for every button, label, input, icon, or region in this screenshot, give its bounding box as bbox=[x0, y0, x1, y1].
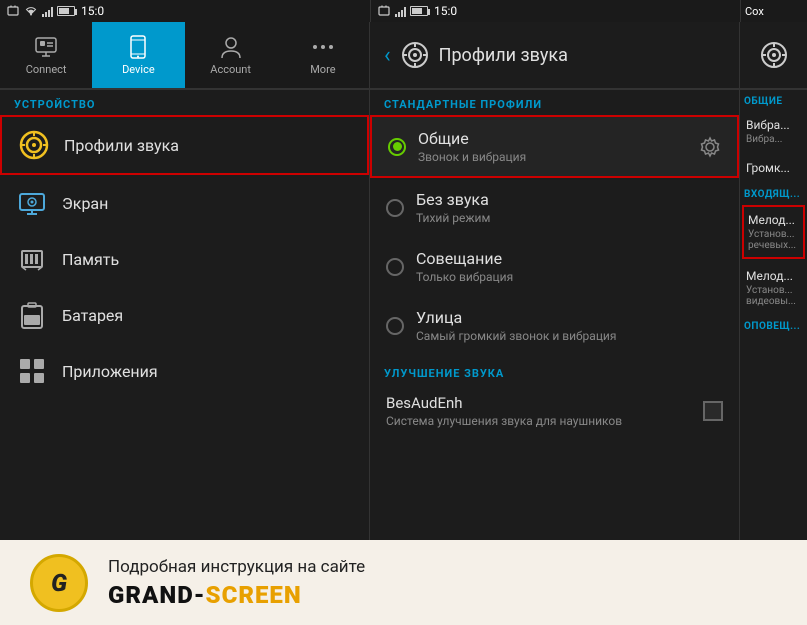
profile-general-text: Общие Звонок и вибрация bbox=[418, 129, 687, 164]
tab-more-label: More bbox=[310, 63, 335, 76]
profile-street-sub: Самый громкий звонок и вибрация bbox=[416, 329, 723, 343]
tab-account[interactable]: Account bbox=[185, 22, 277, 88]
general-settings-panel: ОБЩИЕ Вибра... Вибра... Громк... ВХОДЯЩ.… bbox=[740, 22, 807, 540]
enhance-section-header: УЛУЧШЕНИЕ ЗВУКА bbox=[370, 359, 739, 384]
panel3-volume-name: Громк... bbox=[746, 161, 801, 175]
panel3-volume-item[interactable]: Громк... bbox=[740, 153, 807, 183]
connect-icon bbox=[33, 34, 59, 60]
menu-item-apps[interactable]: Приложения bbox=[0, 343, 369, 399]
battery-icon-mid bbox=[410, 6, 428, 16]
device-section-header: УСТРОЙСТВО bbox=[0, 90, 369, 115]
panel2-title: Профили звука bbox=[439, 45, 568, 66]
tab-device[interactable]: Device bbox=[92, 22, 184, 88]
notification-icon bbox=[6, 4, 20, 18]
account-icon bbox=[218, 34, 244, 60]
radio-unselected bbox=[386, 199, 404, 217]
panel3-melody2-sub: Установ... видеовы... bbox=[746, 285, 801, 307]
panel3-melody2-item[interactable]: Мелод... Установ... видеовы... bbox=[742, 263, 805, 313]
device-icon bbox=[125, 34, 151, 60]
profile-street-name: Улица bbox=[416, 308, 723, 327]
menu-item-screen[interactable]: Экран bbox=[0, 175, 369, 231]
time-mid: 15:0 bbox=[434, 4, 457, 18]
menu-item-battery-label: Батарея bbox=[62, 306, 123, 325]
apps-icon bbox=[16, 355, 48, 387]
sound-profile-icon bbox=[18, 129, 50, 161]
banner-text: Подробная инструкция на сайте GRAND- SCR… bbox=[108, 557, 365, 609]
enhance-text: BesAudEnh Система улучшения звука для на… bbox=[386, 394, 691, 428]
panel3-melody1-name: Мелод... bbox=[748, 213, 799, 227]
signal-icon-mid bbox=[395, 5, 406, 17]
profile-meeting-name: Совещание bbox=[416, 249, 723, 268]
panel3-vibra-name: Вибра... bbox=[746, 118, 801, 132]
profile-silent-text: Без звука Тихий режим bbox=[416, 190, 723, 225]
panel3-melody1-sub: Установ... речевых... bbox=[748, 229, 799, 251]
banner-line1: Подробная инструкция на сайте bbox=[108, 557, 365, 577]
tab-connect[interactable]: Connect bbox=[0, 22, 92, 88]
profile-item-meeting[interactable]: Совещание Только вибрация bbox=[370, 237, 739, 296]
sound-profile-header-icon bbox=[401, 41, 429, 69]
tab-connect-label: Connect bbox=[26, 63, 67, 76]
banner-line2-container: GRAND- SCREEN bbox=[108, 581, 365, 609]
tab-more[interactable]: More bbox=[277, 22, 369, 88]
panel3-general-header: ОБЩИЕ bbox=[740, 90, 807, 110]
menu-item-memory-label: Память bbox=[62, 250, 119, 269]
profile-meeting-sub: Только вибрация bbox=[416, 270, 723, 284]
signal-icon bbox=[42, 5, 53, 17]
panel3-incoming-header: ВХОДЯЩ... bbox=[740, 183, 807, 203]
banner-line2a: GRAND- bbox=[108, 581, 206, 609]
battery-menu-icon bbox=[16, 299, 48, 331]
standard-profiles-section-header: СТАНДАРТНЫЕ ПРОФИЛИ bbox=[370, 90, 739, 115]
panel2-header: ‹ Профили звука bbox=[370, 22, 739, 90]
device-panel: Connect Device Account bbox=[0, 22, 370, 540]
menu-item-screen-label: Экран bbox=[62, 194, 108, 213]
panel3-melody1-item[interactable]: Мелод... Установ... речевых... bbox=[742, 205, 805, 259]
radio-unselected3 bbox=[386, 317, 404, 335]
memory-icon bbox=[16, 243, 48, 275]
tab-account-label: Account bbox=[210, 63, 251, 76]
cox-text: Cox bbox=[745, 5, 764, 18]
menu-list: Профили звука Экран bbox=[0, 115, 369, 399]
time-left: 15:0 bbox=[81, 4, 104, 18]
profile-street-text: Улица Самый громкий звонок и вибрация bbox=[416, 308, 723, 343]
wifi-icon bbox=[24, 4, 38, 18]
enhance-name: BesAudEnh bbox=[386, 394, 691, 412]
profile-general-sub: Звонок и вибрация bbox=[418, 150, 687, 164]
menu-item-battery[interactable]: Батарея bbox=[0, 287, 369, 343]
panel3-header bbox=[740, 22, 807, 90]
profile-silent-name: Без звука bbox=[416, 190, 723, 209]
panel3-vibra-sub: Вибра... bbox=[746, 134, 801, 145]
profile-item-silent[interactable]: Без звука Тихий режим bbox=[370, 178, 739, 237]
menu-item-apps-label: Приложения bbox=[62, 362, 158, 381]
menu-item-sound[interactable]: Профили звука bbox=[0, 115, 369, 175]
panel3-melody2-name: Мелод... bbox=[746, 269, 801, 283]
sound-profile-panel: ‹ Профили звука СТАНДАРТНЫЕ ПРОФИЛИ Общи… bbox=[370, 22, 740, 540]
grand-logo-letter: G bbox=[51, 569, 67, 597]
panel3-settings-icon bbox=[760, 41, 788, 69]
grand-logo: G bbox=[30, 554, 88, 612]
menu-item-sound-label: Профили звука bbox=[64, 136, 179, 155]
more-icon bbox=[310, 34, 336, 60]
battery-icon bbox=[57, 6, 75, 16]
radio-selected bbox=[388, 138, 406, 156]
panel3-notify-header: ОПОВЕЩ... bbox=[740, 315, 807, 335]
profile-silent-sub: Тихий режим bbox=[416, 211, 723, 225]
banner-line2b: SCREEN bbox=[206, 581, 302, 609]
menu-item-memory[interactable]: Память bbox=[0, 231, 369, 287]
radio-unselected2 bbox=[386, 258, 404, 276]
panel3-vibra-item[interactable]: Вибра... Вибра... bbox=[740, 110, 807, 153]
enhance-item[interactable]: BesAudEnh Система улучшения звука для на… bbox=[370, 384, 739, 438]
profile-item-general[interactable]: Общие Звонок и вибрация bbox=[370, 115, 739, 178]
profile-general-name: Общие bbox=[418, 129, 687, 148]
back-arrow-icon[interactable]: ‹ bbox=[384, 43, 391, 68]
enhance-checkbox[interactable] bbox=[703, 401, 723, 421]
profile-meeting-text: Совещание Только вибрация bbox=[416, 249, 723, 284]
enhance-sub: Система улучшения звука для наушников bbox=[386, 414, 691, 428]
tab-device-label: Device bbox=[122, 63, 155, 76]
bottom-banner: G Подробная инструкция на сайте GRAND- S… bbox=[0, 540, 807, 625]
profile-item-street[interactable]: Улица Самый громкий звонок и вибрация bbox=[370, 296, 739, 355]
tab-bar: Connect Device Account bbox=[0, 22, 369, 90]
notification-icon-mid bbox=[377, 4, 391, 18]
gear-icon[interactable] bbox=[699, 136, 721, 158]
screen-icon bbox=[16, 187, 48, 219]
